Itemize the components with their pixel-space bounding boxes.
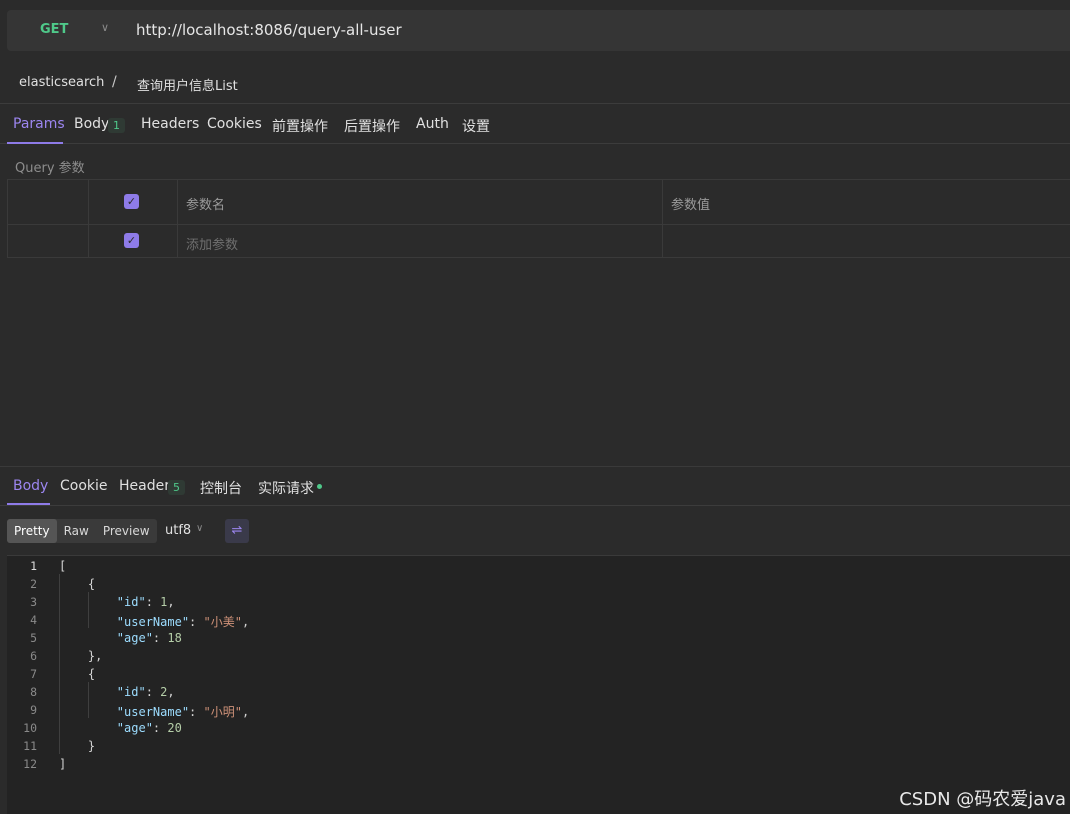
line-number: 7 [30, 667, 37, 681]
line-number: 4 [30, 613, 37, 627]
query-params-title: Query 参数 [15, 161, 85, 176]
line-number: 2 [30, 577, 37, 591]
line-number: 1 [30, 559, 37, 573]
json-line: } [87, 739, 96, 753]
tab-auth[interactable]: Auth [416, 116, 449, 132]
line-number: 3 [30, 595, 37, 609]
tab-actual-request[interactable]: 实际请求 [258, 478, 314, 498]
line-number: 10 [23, 721, 37, 735]
tab-params[interactable]: Params [13, 116, 65, 132]
view-raw[interactable]: Raw [57, 519, 96, 543]
json-line: "userName": "小明", [116, 705, 250, 719]
word-wrap-icon[interactable]: ⇌ [225, 519, 249, 543]
view-mode-switch: Pretty Raw Preview [7, 519, 157, 543]
encoding-select[interactable]: utf8 [165, 523, 191, 538]
breadcrumb-request-name[interactable]: 查询用户信息List [137, 75, 238, 94]
header-count-badge: 5 [168, 480, 185, 495]
param-value-header: 参数值 [671, 198, 711, 213]
select-all-checkbox[interactable]: ✓ [124, 194, 139, 209]
tab-pre-request[interactable]: 前置操作 [272, 116, 328, 136]
json-line: { [87, 667, 96, 681]
tab-response-body[interactable]: Body [13, 478, 48, 494]
tab-headers[interactable]: Headers [141, 116, 199, 132]
line-number: 9 [30, 703, 37, 717]
url-input[interactable]: http://localhost:8086/query-all-user [136, 21, 402, 39]
status-dot-icon [317, 484, 322, 489]
view-pretty[interactable]: Pretty [7, 519, 57, 543]
line-number: 8 [30, 685, 37, 699]
json-line: { [87, 577, 96, 591]
url-bar: GET ∨ http://localhost:8086/query-all-us… [7, 10, 1070, 51]
add-param-input[interactable]: 添加参数 [186, 234, 238, 253]
method-selector[interactable]: GET [40, 22, 68, 37]
view-preview[interactable]: Preview [96, 519, 157, 543]
json-line: [ [59, 559, 67, 573]
response-code-viewer[interactable]: 1 2 3 4 5 6 7 8 9 10 11 12 [ { "id": 1, … [7, 555, 1070, 814]
body-count-badge: 1 [108, 118, 125, 133]
params-table: ✓ 参数名 参数值 ✓ 添加参数 [7, 179, 1070, 258]
line-number: 5 [30, 631, 37, 645]
tab-response-cookie[interactable]: Cookie [60, 478, 108, 494]
tab-cookies[interactable]: Cookies [207, 116, 262, 132]
tab-post-request[interactable]: 后置操作 [344, 116, 400, 136]
request-tabs: Params Body 1 Headers Cookies 前置操作 后置操作 … [0, 103, 1070, 144]
breadcrumb-collection[interactable]: elasticsearch [19, 75, 104, 90]
json-line: "id": 1, [116, 595, 175, 609]
chevron-down-icon[interactable]: ∨ [196, 523, 203, 534]
line-number: 11 [23, 739, 37, 753]
response-tabs: Body Cookie Header 5 控制台 实际请求 [0, 467, 1070, 506]
tab-response-header[interactable]: Header [119, 478, 170, 494]
line-number: 12 [23, 757, 37, 771]
breadcrumb-separator: / [112, 74, 117, 90]
json-line: }, [87, 649, 103, 663]
tab-console[interactable]: 控制台 [200, 478, 242, 498]
active-response-tab-indicator [7, 503, 50, 505]
tab-body[interactable]: Body [74, 116, 109, 132]
json-line: "age": 18 [116, 631, 182, 645]
chevron-down-icon[interactable]: ∨ [101, 21, 109, 34]
json-line: "id": 2, [116, 685, 175, 699]
json-line: "age": 20 [116, 721, 182, 735]
watermark: CSDN @码农爱java [899, 789, 1066, 810]
json-line: ] [59, 757, 67, 771]
param-row-checkbox[interactable]: ✓ [124, 233, 139, 248]
active-tab-indicator [7, 142, 63, 144]
line-number: 6 [30, 649, 37, 663]
param-name-header: 参数名 [186, 198, 226, 213]
json-line: "userName": "小美", [116, 615, 250, 629]
tab-settings[interactable]: 设置 [462, 116, 490, 136]
